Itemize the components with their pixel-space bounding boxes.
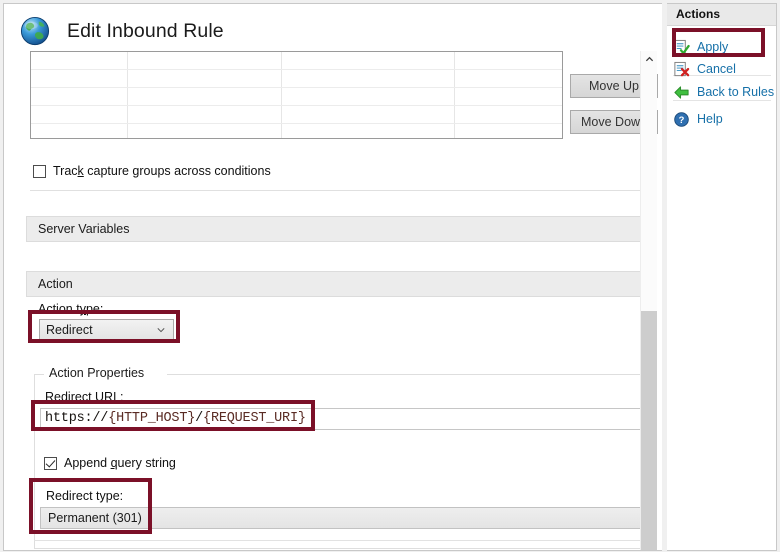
action-item-label: Cancel — [697, 62, 736, 76]
redirect-url-value: https://{HTTP_HOST}/{REQUEST_URI} — [45, 411, 306, 426]
action-type-dropdown[interactable]: Redirect — [39, 319, 174, 341]
redirect-type-label: Redirect type: — [46, 489, 124, 503]
scroll-up-button[interactable] — [641, 51, 657, 68]
page-header: Edit Inbound Rule — [4, 4, 662, 50]
redirect-url-label: Redirect URL: — [45, 390, 124, 404]
section-header-action[interactable]: Action — [26, 271, 646, 297]
append-query-string-checkbox[interactable] — [44, 456, 57, 470]
actions-pane: Actions Apply Cancel Back to Rules ? Hel… — [667, 3, 777, 551]
grid-row-divider — [31, 69, 562, 70]
grid-column-divider — [454, 52, 455, 138]
conditions-grid[interactable] — [30, 51, 563, 139]
page-title: Edit Inbound Rule — [67, 20, 224, 42]
track-capture-groups-checkbox-row[interactable]: Track capture groups across conditions — [33, 164, 271, 178]
track-capture-groups-label: Track capture groups across conditions — [53, 164, 271, 178]
action-item-cancel[interactable]: Cancel — [673, 59, 736, 79]
append-query-string-checkbox-row[interactable]: Append query string — [44, 456, 176, 470]
grid-row-divider — [31, 123, 562, 124]
action-properties-legend: Action Properties — [44, 366, 150, 380]
groupbox-bottom-border — [34, 540, 646, 541]
grid-row-divider — [31, 87, 562, 88]
action-type-value: Redirect — [46, 323, 93, 337]
svg-text:?: ? — [679, 114, 685, 125]
apply-document-check-icon — [674, 39, 690, 55]
scrollbar-thumb[interactable] — [641, 311, 657, 550]
grid-row-divider — [31, 105, 562, 106]
text-cursor-caret — [311, 410, 312, 427]
action-item-apply[interactable]: Apply — [673, 37, 728, 57]
action-item-label: Back to Rules — [697, 85, 775, 99]
track-capture-groups-checkbox[interactable] — [33, 164, 46, 178]
append-query-string-label: Append query string — [64, 456, 176, 470]
iis-url-rewrite-edit-inbound-rule-window: Edit Inbound Rule Move Up Move Down Trac… — [0, 0, 780, 552]
conditions-separator — [30, 190, 646, 191]
help-question-icon: ? — [674, 111, 689, 127]
vertical-scrollbar[interactable] — [640, 51, 657, 550]
chevron-down-icon — [157, 328, 165, 333]
grid-column-divider — [281, 52, 282, 138]
main-content-pane: Edit Inbound Rule Move Up Move Down Trac… — [3, 3, 662, 551]
grid-column-divider — [127, 52, 128, 138]
section-header-server-variables[interactable]: Server Variables — [26, 216, 646, 242]
action-item-label: Apply — [697, 40, 729, 54]
chevron-up-icon — [645, 56, 653, 62]
action-item-help[interactable]: ? Help — [673, 109, 723, 129]
actions-pane-header: Actions — [667, 4, 776, 26]
cancel-document-x-icon — [674, 61, 690, 76]
action-item-label: Help — [697, 112, 723, 126]
action-type-label: Action type: — [38, 302, 104, 316]
globe-icon — [20, 16, 50, 46]
redirect-type-dropdown[interactable]: Permanent (301) — [40, 507, 646, 529]
back-arrow-icon — [674, 85, 689, 99]
action-item-back-to-rules[interactable]: Back to Rules — [673, 82, 774, 102]
